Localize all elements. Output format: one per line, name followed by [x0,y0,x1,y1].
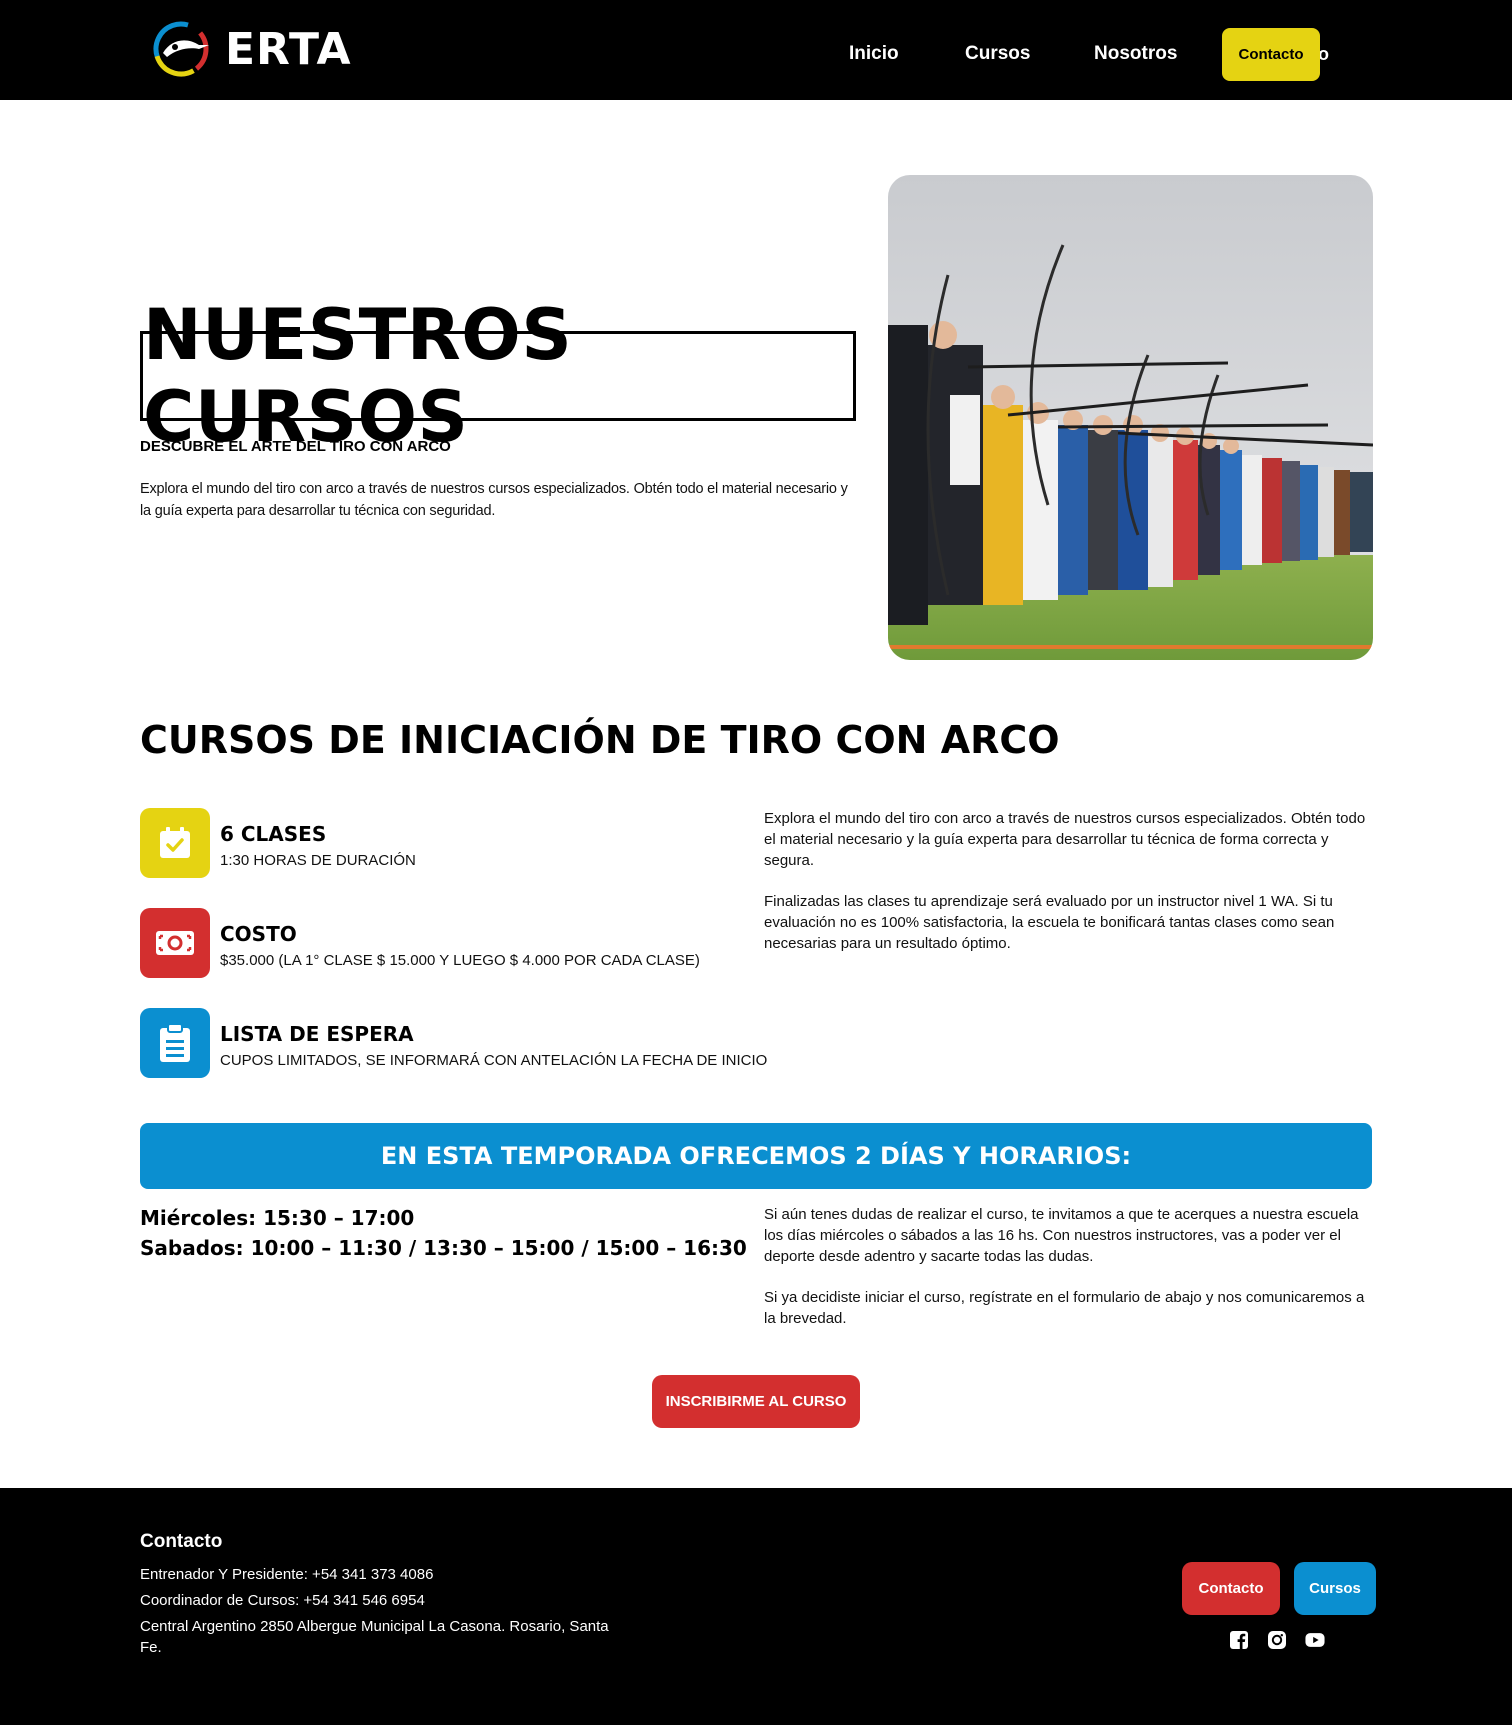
feature-title: LISTA DE ESPERA [220,1022,414,1046]
enroll-button[interactable]: INSCRIBIRME AL CURSO [652,1375,860,1428]
nav-inicio[interactable]: Inicio [849,43,899,65]
season-description: Si aún tenes dudas de realizar el curso,… [764,1204,1376,1329]
course-paragraph: Explora el mundo del tiro con arco a tra… [764,810,1366,869]
feature-subtitle: CUPOS LIMITADOS, SE INFORMARÁ CON ANTELA… [220,1052,768,1069]
season-banner-text: EN ESTA TEMPORADA OFRECEMOS 2 DÍAS Y HOR… [380,1142,1132,1170]
instagram-icon[interactable] [1267,1630,1287,1650]
calendar-check-icon [140,808,210,878]
logo-icon [153,21,209,77]
feature-title: COSTO [220,922,297,946]
footer-contact-button[interactable]: Contacto [1182,1562,1280,1615]
hero-image [888,175,1373,660]
money-icon [140,908,210,978]
hero-title-box: NUESTROS CURSOS [140,294,856,458]
nav-nosotros[interactable]: Nosotros [1094,43,1177,65]
facebook-icon[interactable] [1229,1630,1249,1650]
section-title: CURSOS DE INICIACIÓN DE TIRO CON ARCO [140,718,1060,762]
hero-subtitle: DESCUBRE EL ARTE DEL TIRO CON ARCO [140,438,451,455]
course-description: Explora el mundo del tiro con arco a tra… [764,808,1376,954]
logo[interactable]: ERTA [153,21,352,77]
site-footer: Contacto Entrenador Y Presidente: +54 34… [0,1488,1512,1725]
feature-cost: COSTO $35.000 (LA 1° CLASE $ 15.000 Y LU… [140,908,700,978]
season-banner: EN ESTA TEMPORADA OFRECEMOS 2 DÍAS Y HOR… [140,1123,1372,1189]
season-paragraph: Si ya decidiste iniciar el curso, regíst… [764,1289,1365,1327]
contact-button[interactable]: Contacto [1222,28,1320,81]
youtube-icon[interactable] [1305,1630,1325,1650]
feature-title: 6 CLASES [220,822,327,846]
schedule: Miércoles: 15:30 – 17:00 Sabados: 10:00 … [140,1203,747,1263]
feature-subtitle: 1:30 HORAS DE DURACIÓN [220,852,416,869]
site-header: ERTA Inicio Cursos Nosotros o Contacto [0,0,1512,100]
feature-waitlist: LISTA DE ESPERA CUPOS LIMITADOS, SE INFO… [140,1008,767,1078]
footer-address: Central Argentino 2850 Albergue Municipa… [140,1618,609,1656]
clipboard-icon [140,1008,210,1078]
footer-title: Contacto [140,1531,223,1552]
page-title: NUESTROS CURSOS [143,294,573,458]
footer-coach-phone: Entrenador Y Presidente: +54 341 373 408… [140,1566,434,1583]
footer-coordinator-phone: Coordinador de Cursos: +54 341 546 6954 [140,1592,425,1609]
footer-courses-button[interactable]: Cursos [1294,1562,1376,1615]
season-paragraph: Si aún tenes dudas de realizar el curso,… [764,1206,1359,1265]
schedule-wednesday: Miércoles: 15:30 – 17:00 [140,1206,415,1230]
hero-description: Explora el mundo del tiro con arco a tra… [140,481,848,519]
nav-cursos[interactable]: Cursos [965,43,1030,65]
schedule-saturday: Sabados: 10:00 – 11:30 / 13:30 – 15:00 /… [140,1236,747,1260]
feature-classes: 6 CLASES 1:30 HORAS DE DURACIÓN [140,808,416,878]
course-paragraph: Finalizadas las clases tu aprendizaje se… [764,893,1335,952]
archers-photo [888,175,1373,660]
feature-subtitle: $35.000 (LA 1° CLASE $ 15.000 Y LUEGO $ … [220,952,700,969]
logo-text: ERTA [225,23,352,75]
social-links [1229,1630,1325,1650]
